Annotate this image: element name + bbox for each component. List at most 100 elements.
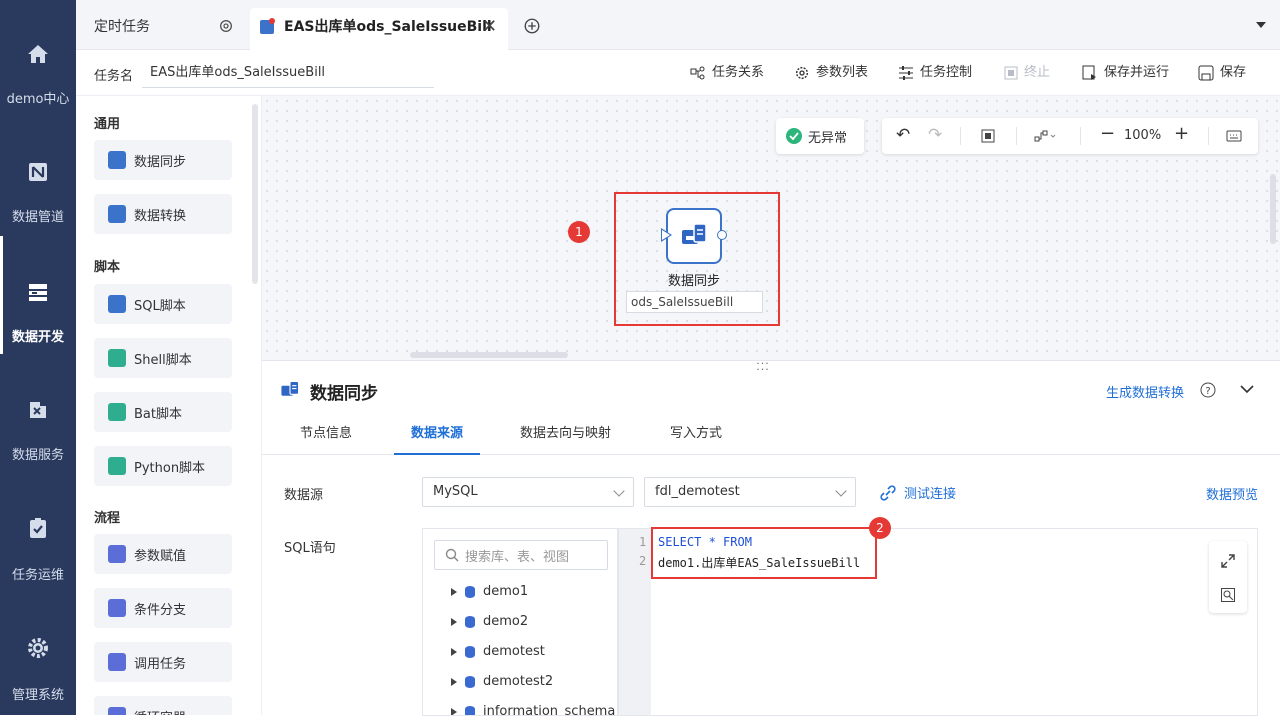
component-condition[interactable]: 条件分支	[94, 588, 232, 628]
tab-dropdown-icon[interactable]	[1256, 22, 1266, 28]
component-param-assign[interactable]: 参数赋值	[94, 534, 232, 574]
status-badge: 无异常	[776, 118, 864, 154]
select-value: MySQL	[433, 484, 478, 499]
tree-search-input[interactable]: 搜索库、表、视图	[434, 540, 608, 570]
nav-item-pipeline[interactable]: 数据管道	[0, 118, 76, 230]
database-icon	[465, 616, 475, 628]
tree-item[interactable]: demo2	[451, 611, 528, 633]
component-label: 数据转换	[134, 208, 187, 224]
param-list-button[interactable]: 参数列表	[794, 50, 868, 96]
layout-icon[interactable]	[1034, 129, 1056, 143]
param-assign-icon	[108, 545, 126, 563]
generate-transform-link[interactable]: 生成数据转换	[1106, 382, 1184, 401]
component-sql-script[interactable]: SQL脚本	[94, 284, 232, 324]
dev-icon	[29, 284, 47, 301]
tree-item[interactable]: demotest2	[451, 671, 553, 693]
nav-label: demo中心	[6, 92, 70, 107]
node-name-label[interactable]: ods_SaleIssueBill	[626, 291, 763, 313]
datasource-type-select[interactable]: MySQL	[422, 477, 634, 507]
keyboard-icon[interactable]	[1226, 130, 1242, 142]
collapse-chevron-icon[interactable]	[1240, 384, 1254, 394]
check-circle-icon	[786, 128, 802, 144]
data-preview-link[interactable]: 数据预览	[1206, 484, 1258, 503]
tab-node-info[interactable]: 节点信息	[300, 413, 352, 455]
nav-label: 数据服务	[11, 448, 64, 463]
section-general: 通用	[94, 117, 121, 132]
component-label: 数据同步	[134, 154, 187, 170]
help-icon[interactable]: ?	[1200, 382, 1216, 398]
task-relation-button[interactable]: 任务关系	[690, 50, 764, 96]
canvas-v-scrollbar[interactable]	[1270, 174, 1276, 244]
expand-icon[interactable]	[1220, 553, 1236, 569]
workflow-canvas[interactable]: 无异常 ↶ ↷ − 100% + 1 数据同步 ods_SaleIssueBil…	[262, 96, 1280, 360]
tab-data-source[interactable]: 数据来源	[394, 413, 480, 455]
divider	[1080, 127, 1081, 145]
stop-button[interactable]: 终止	[1004, 50, 1050, 96]
close-icon[interactable]: ✕	[482, 8, 497, 46]
node-output-port[interactable]	[717, 230, 727, 240]
component-data-transform[interactable]: 数据转换	[94, 194, 232, 234]
unsaved-dot-icon	[269, 18, 275, 24]
nav-item-dev[interactable]: 数据开发	[0, 236, 76, 354]
tab-data-target[interactable]: 数据去向与映射	[520, 413, 611, 455]
component-call-task[interactable]: 调用任务	[94, 642, 232, 682]
tree-item[interactable]: information_schema	[451, 701, 615, 715]
sql-icon	[108, 295, 126, 313]
tree-item[interactable]: demotest	[451, 641, 545, 663]
fit-view-icon[interactable]	[981, 129, 995, 143]
component-label: 参数赋值	[134, 548, 187, 564]
sql-editor[interactable]: 1 2 SELECT * FROM demo1.出库单EAS_SaleIssue…	[618, 517, 1258, 716]
nav-item-demo-center[interactable]: demo中心	[0, 0, 76, 112]
pipeline-icon	[29, 163, 47, 181]
canvas-toolbar: ↶ ↷ − 100% +	[882, 118, 1258, 154]
canvas-h-scrollbar[interactable]	[410, 352, 568, 358]
panel-scrollbar[interactable]	[252, 104, 258, 284]
nav-label: 任务运维	[11, 568, 64, 583]
component-label: Shell脚本	[134, 352, 192, 368]
format-icon[interactable]	[1220, 587, 1236, 603]
caret-right-icon	[451, 648, 457, 656]
component-label: Bat脚本	[134, 406, 182, 422]
tab-write-mode[interactable]: 写入方式	[670, 413, 722, 455]
tree-item[interactable]: demo1	[451, 581, 528, 603]
nav-label: 数据管道	[11, 210, 64, 225]
home-icon	[28, 45, 48, 63]
nav-item-service[interactable]: 数据服务	[0, 356, 76, 468]
tool-label: 保存并运行	[1104, 65, 1170, 80]
component-bat-script[interactable]: Bat脚本	[94, 392, 232, 432]
tab-label: EAS出库单ods_SaleIssueBill	[284, 19, 492, 35]
zoom-in-icon[interactable]: +	[1174, 123, 1189, 144]
tab-label: 定时任务	[94, 19, 150, 35]
branch-icon	[108, 599, 126, 617]
tab-active-task[interactable]: EAS出库单ods_SaleIssueBill ✕	[250, 8, 508, 50]
task-control-button[interactable]: 任务控制	[898, 50, 972, 96]
sliders-icon	[899, 66, 913, 80]
nav-item-ops[interactable]: 任务运维	[0, 474, 76, 586]
bat-icon	[108, 403, 126, 421]
save-run-button[interactable]: 保存并运行	[1082, 50, 1169, 96]
zoom-out-icon[interactable]: −	[1100, 123, 1115, 144]
svg-text:?: ?	[1205, 386, 1210, 397]
redo-icon[interactable]: ↷	[928, 125, 942, 145]
shell-icon	[108, 349, 126, 367]
relation-icon	[690, 66, 705, 80]
save-button[interactable]: 保存	[1198, 50, 1246, 96]
component-data-sync[interactable]: 数据同步	[94, 140, 232, 180]
gear-icon[interactable]	[218, 18, 234, 34]
task-name-input[interactable]: EAS出库单ods_SaleIssueBill	[142, 58, 434, 88]
add-tab-icon[interactable]	[523, 17, 541, 35]
component-loop-container[interactable]: 循环容器	[94, 696, 232, 715]
datasource-name-select[interactable]: fdl_demotest	[644, 477, 856, 507]
data-sync-node[interactable]	[666, 208, 722, 264]
task-header: 任务名 EAS出库单ods_SaleIssueBill 任务关系 参数列表 任务…	[76, 50, 1280, 96]
resize-handle[interactable]: ··· ···	[756, 358, 770, 375]
component-python-script[interactable]: Python脚本	[94, 446, 232, 486]
component-shell-script[interactable]: Shell脚本	[94, 338, 232, 378]
undo-icon[interactable]: ↶	[896, 125, 910, 145]
divider	[1016, 127, 1017, 145]
tree-label: demo1	[483, 584, 529, 599]
test-connection-button[interactable]: 测试连接	[880, 483, 956, 502]
nav-item-admin[interactable]: 管理系统	[0, 592, 76, 704]
save-icon	[1198, 65, 1214, 81]
component-label: 循环容器	[134, 707, 186, 716]
